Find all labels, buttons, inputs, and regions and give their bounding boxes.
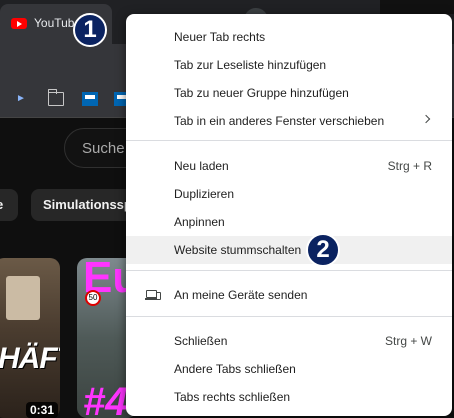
speed-sign-icon: 50 [85, 290, 101, 306]
menu-item-label: Neuer Tab rechts [174, 30, 266, 44]
menu-item-label: Tab zu neuer Gruppe hinzufügen [174, 86, 349, 100]
chevron-icon[interactable]: ► [16, 93, 32, 107]
menu-item-reload[interactable]: Neu laden Strg + R [126, 152, 452, 180]
chevron-right-icon [421, 114, 431, 124]
step-badge-1: 1 [73, 13, 107, 47]
menu-item-label: Tabs rechts schließen [174, 390, 291, 404]
menu-divider [126, 140, 452, 141]
video-duration: 0:31 [26, 402, 59, 418]
tab-strip-edge [380, 0, 454, 14]
thumbnail-caption-bottom: #4 [83, 380, 128, 418]
menu-item-label: An meine Geräte senden [174, 288, 308, 302]
devices-icon [145, 290, 161, 300]
menu-item-mute-site[interactable]: Website stummschalten [126, 236, 452, 264]
menu-item-new-tab-right[interactable]: Neuer Tab rechts [126, 23, 452, 51]
menu-item-shortcut: Strg + R [387, 159, 432, 173]
menu-item-label: Tab zur Leseliste hinzufügen [174, 58, 327, 72]
thumbnail-caption: HÄFT [0, 342, 60, 375]
menu-item-duplicate[interactable]: Duplizieren [126, 180, 452, 208]
menu-item-label: Website stummschalten [174, 243, 302, 257]
menu-divider [126, 316, 452, 317]
menu-item-close-tabs-right[interactable]: Tabs rechts schließen [126, 383, 452, 411]
menu-divider [126, 270, 452, 271]
thumbnail-figure [6, 276, 40, 320]
menu-item-close[interactable]: Schließen Strg + W [126, 327, 452, 355]
step-badge-2: 2 [306, 233, 340, 267]
filter-chip[interactable]: e [0, 189, 18, 221]
video-thumbnail[interactable]: HÄFT [0, 258, 60, 418]
volksbank-icon[interactable] [82, 92, 98, 106]
menu-item-move-to-window[interactable]: Tab in ein anderes Fenster verschieben [126, 107, 452, 135]
search-placeholder: Suche [82, 140, 125, 157]
menu-item-label: Andere Tabs schließen [174, 362, 296, 376]
menu-item-add-to-reading-list[interactable]: Tab zur Leseliste hinzufügen [126, 51, 452, 79]
menu-item-label: Anpinnen [174, 215, 225, 229]
menu-item-label: Neu laden [174, 159, 229, 173]
tab-title: YouTub [34, 16, 75, 30]
menu-item-label: Schließen [174, 334, 228, 348]
menu-item-shortcut: Strg + W [384, 334, 432, 348]
menu-item-send-to-devices[interactable]: An meine Geräte senden [126, 281, 452, 309]
tab-context-menu: Neuer Tab rechts Tab zur Leseliste hinzu… [126, 14, 452, 416]
menu-item-label: Duplizieren [174, 187, 235, 201]
folder-icon[interactable] [47, 89, 64, 106]
menu-item-pin[interactable]: Anpinnen [126, 208, 452, 236]
menu-item-add-to-new-group[interactable]: Tab zu neuer Gruppe hinzufügen [126, 79, 452, 107]
menu-item-label: Tab in ein anderes Fenster verschieben [174, 114, 385, 128]
youtube-icon [11, 18, 27, 29]
menu-item-close-other-tabs[interactable]: Andere Tabs schließen [126, 355, 452, 383]
